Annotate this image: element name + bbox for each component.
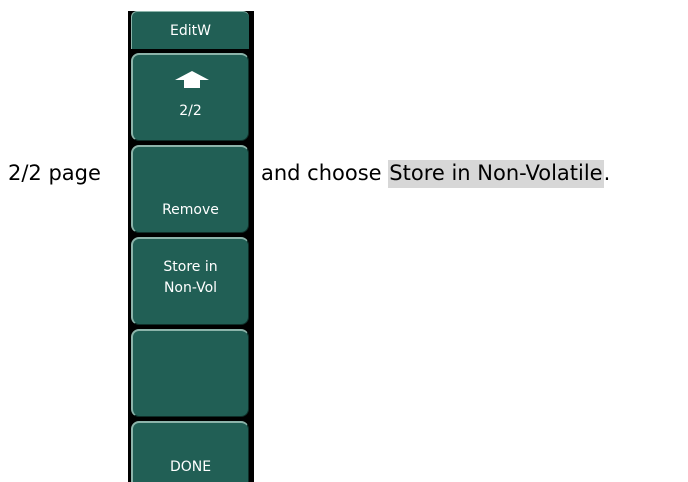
caption-instruction-text: and choose <box>261 161 389 185</box>
caption-page-text: 2/2 page <box>8 161 101 185</box>
caption-page-label: 2/2 page <box>8 163 101 184</box>
softkey-menu: EditW 2/2 Remove Store in Non-Vol DONE <box>128 11 254 482</box>
store-label-line1: Store in <box>163 259 218 275</box>
remove-softkey[interactable]: Remove <box>131 145 249 233</box>
caption-period: . <box>603 161 611 185</box>
page-up-softkey[interactable]: 2/2 <box>131 53 249 141</box>
menu-title: EditW <box>131 11 249 49</box>
up-arrow-icon <box>175 71 209 88</box>
store-non-volatile-softkey[interactable]: Store in Non-Vol <box>131 237 249 325</box>
empty-softkey[interactable] <box>131 329 249 417</box>
caption-instruction: and choose Store in Non-Volatile. <box>261 160 611 188</box>
done-label: DONE <box>169 459 212 475</box>
done-softkey[interactable]: DONE <box>131 421 249 482</box>
remove-label: Remove <box>162 202 219 218</box>
store-label-line2: Non-Vol <box>163 280 218 296</box>
page-indicator: 2/2 <box>179 103 202 119</box>
caption-highlight: Store in Non-Volatile <box>388 160 604 188</box>
